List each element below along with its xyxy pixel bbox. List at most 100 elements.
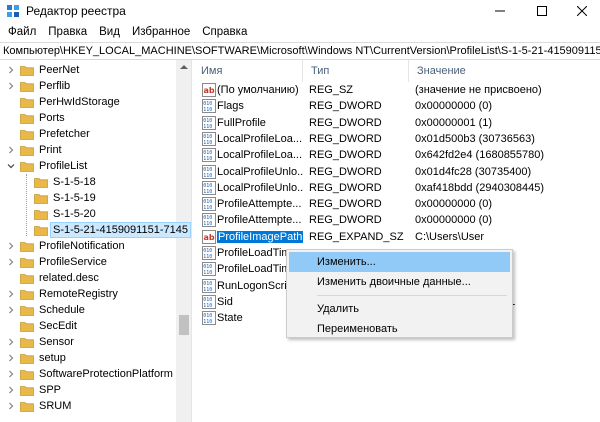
chevron-down-icon[interactable] [7, 162, 15, 170]
tree-item-label: Schedule [39, 304, 85, 316]
tree-expander[interactable] [6, 401, 16, 411]
chevron-right-icon[interactable] [7, 258, 15, 266]
tree-item[interactable]: Prefetcher [0, 126, 176, 142]
svg-text:ab: ab [204, 233, 215, 242]
binary-value-icon: 010110 [202, 115, 216, 130]
tree-item[interactable]: ProfileService [0, 254, 176, 270]
value-data: 0x01d4fc28 (30735400) [415, 165, 532, 178]
registry-editor-window: Редактор реестра Файл Правка Вид Избранн… [0, 0, 600, 422]
tree-expander[interactable] [6, 241, 16, 251]
tree-expander[interactable] [6, 257, 16, 267]
tree-expander[interactable] [6, 81, 16, 91]
folder-icon [20, 257, 34, 268]
svg-text:ab: ab [204, 86, 215, 95]
tree-item-label: Sensor [39, 336, 74, 348]
tree-item[interactable]: SPP [0, 382, 176, 398]
value-name: ProfileAttempte... [217, 196, 303, 212]
scroll-up-arrow-icon[interactable] [180, 65, 188, 69]
folder-icon [20, 353, 34, 364]
column-header-name[interactable]: Имя [193, 60, 303, 82]
tree-expander[interactable] [6, 385, 16, 395]
value-row[interactable]: 010 110 ProfileAttempte... REG_DWORD 0x00000… [193, 212, 600, 228]
tree-item[interactable]: SecEdit [0, 318, 176, 334]
value-data: 0x642fd2e4 (1680855780) [415, 149, 545, 162]
tree-item-label: SoftwareProtectionPlatform [39, 368, 173, 380]
tree-expander[interactable] [6, 337, 16, 347]
menu-favorites[interactable]: Избранное [126, 22, 196, 42]
tree-item[interactable]: PerHwIdStorage [0, 94, 176, 110]
tree-expander[interactable] [6, 305, 16, 315]
tree-item[interactable]: setup [0, 350, 176, 366]
value-row[interactable]: 010 110 LocalProfileLoa... REG_DWORD 0x01d50… [193, 131, 600, 147]
tree-item[interactable]: Sensor [0, 334, 176, 350]
tree-item-label: related.desc [39, 272, 99, 284]
value-row[interactable]: ab (По умолчанию) REG_SZ (значение не присв… [193, 82, 600, 98]
menu-edit[interactable]: Правка [42, 22, 93, 42]
chevron-right-icon[interactable] [7, 82, 15, 90]
address-bar[interactable]: Компьютер\HKEY_LOCAL_MACHINE\SOFTWARE\Mi… [0, 42, 600, 60]
folder-icon [20, 289, 34, 300]
tree-expander[interactable] [6, 161, 16, 171]
menu-help[interactable]: Справка [196, 22, 253, 42]
tree-item-label: S-1-5-20 [53, 208, 96, 220]
ctx-modify-binary-item[interactable]: Изменить двоичные данные... [289, 272, 510, 292]
column-header-type[interactable]: Тип [303, 60, 409, 82]
value-name-text: ProfileAttempte... [217, 214, 302, 227]
chevron-right-icon[interactable] [7, 354, 15, 362]
value-row[interactable]: 010 110 FullProfile REG_DWORD 0x00000001 (1) [193, 115, 600, 131]
tree-item-label: Print [39, 144, 62, 156]
tree-item[interactable]: Ports [0, 110, 176, 126]
tree-item[interactable]: ProfileNotification [0, 238, 176, 254]
tree-item[interactable]: Schedule [0, 302, 176, 318]
value-type: REG_DWORD [309, 132, 382, 145]
chevron-right-icon[interactable] [7, 306, 15, 314]
ctx-delete-item[interactable]: Удалить [289, 299, 510, 319]
value-row[interactable]: 010 110 LocalProfileUnlo... REG_DWORD 0x01d4… [193, 164, 600, 180]
value-name-text: State [217, 312, 243, 325]
minimize-button[interactable] [480, 0, 520, 22]
chevron-right-icon[interactable] [7, 146, 15, 154]
tree-expander[interactable] [6, 369, 16, 379]
column-header-data[interactable]: Значение [409, 60, 600, 82]
ctx-modify-item[interactable]: Изменить... [289, 252, 510, 272]
chevron-right-icon[interactable] [7, 402, 15, 410]
scrollbar-thumb[interactable] [179, 315, 189, 335]
folder-icon [20, 241, 34, 252]
value-row[interactable]: 010 110 LocalProfileUnlo... REG_DWORD 0xaf41… [193, 180, 600, 196]
tree-item[interactable]: Print [0, 142, 176, 158]
window-title: Редактор реестра [26, 4, 126, 18]
chevron-right-icon[interactable] [7, 338, 15, 346]
value-name-text: LocalProfileLoa... [217, 132, 302, 145]
tree-item[interactable]: Perflib [0, 78, 176, 94]
binary-value-icon: 010110 [202, 99, 216, 114]
tree-item[interactable]: RemoteRegistry [0, 286, 176, 302]
tree-item-label: ProfileList [39, 160, 88, 172]
value-row[interactable]: 010 110 ProfileAttempte... REG_DWORD 0x00000… [193, 196, 600, 212]
menu-file[interactable]: Файл [2, 22, 42, 42]
chevron-right-icon[interactable] [7, 66, 15, 74]
tree-item[interactable]: SoftwareProtectionPlatform [0, 366, 176, 382]
tree-item[interactable]: related.desc [0, 270, 176, 286]
tree-expander[interactable] [6, 145, 16, 155]
value-row[interactable]: 010 110 LocalProfileLoa... REG_DWORD 0x642fd… [193, 147, 600, 163]
chevron-right-icon[interactable] [7, 242, 15, 250]
value-name-text: ProfileAttempte... [217, 198, 302, 211]
tree-expander[interactable] [6, 353, 16, 363]
tree-item[interactable]: SRUM [0, 398, 176, 414]
tree-item[interactable]: PeerNet [0, 62, 176, 78]
chevron-right-icon[interactable] [7, 290, 15, 298]
chevron-right-icon[interactable] [7, 370, 15, 378]
close-button[interactable] [562, 0, 600, 22]
tree-expander[interactable] [6, 65, 16, 75]
value-row[interactable]: ab ProfileImagePath REG_EXPAND_SZ C:\Users\… [193, 229, 600, 245]
maximize-button[interactable] [522, 0, 562, 22]
value-row[interactable]: 010 110 Flags REG_DWORD 0x00000000 (0) [193, 98, 600, 114]
tree-expander[interactable] [6, 289, 16, 299]
chevron-right-icon[interactable] [7, 386, 15, 394]
svg-text:110: 110 [203, 254, 212, 260]
ctx-rename-item[interactable]: Переименовать [289, 319, 510, 339]
tree-item[interactable]: ProfileList [0, 158, 176, 174]
menu-view[interactable]: Вид [93, 22, 126, 42]
tree-item-label: S-1-5-18 [53, 176, 96, 188]
tree-scrollbar[interactable] [176, 60, 191, 422]
